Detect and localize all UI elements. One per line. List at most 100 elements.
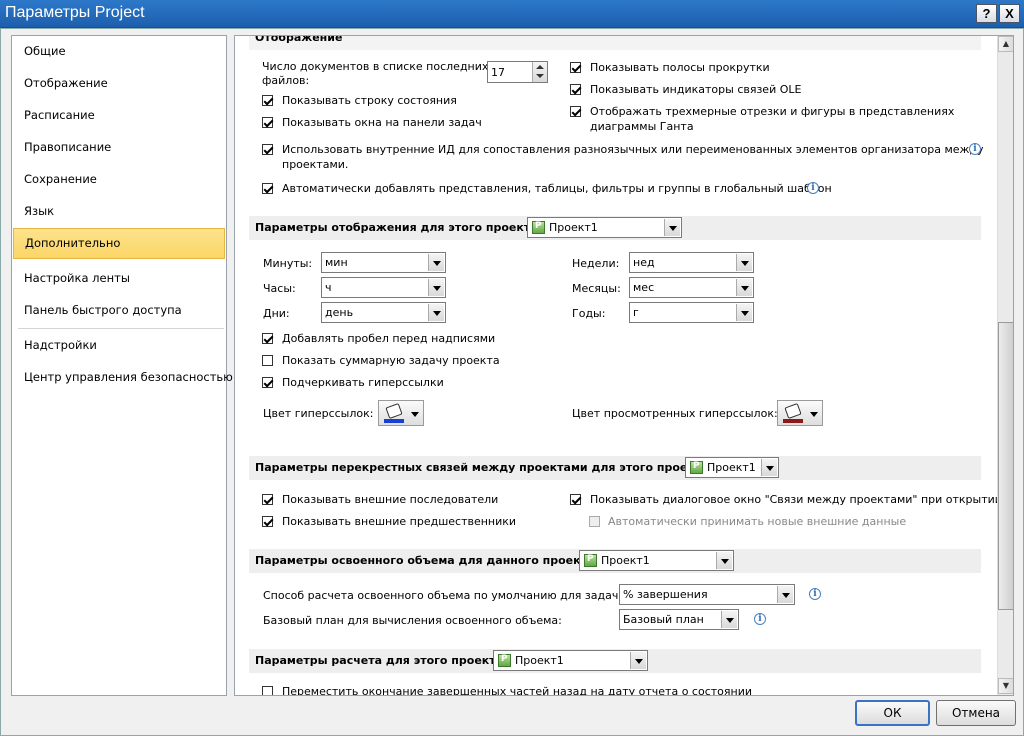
ev-baseline-select[interactable]: Базовый план bbox=[619, 609, 739, 630]
years-label: Годы: bbox=[572, 307, 606, 320]
underline-links-checkbox[interactable] bbox=[262, 377, 273, 388]
show-scrollbars-checkbox[interactable] bbox=[570, 62, 581, 73]
chevron-down-icon[interactable] bbox=[716, 552, 732, 569]
show-ole-checkbox[interactable] bbox=[570, 84, 581, 95]
spin-down-icon[interactable] bbox=[536, 74, 544, 78]
auto-accept-checkbox bbox=[589, 516, 600, 527]
chevron-down-icon[interactable] bbox=[736, 279, 752, 296]
chevron-down-icon[interactable] bbox=[736, 254, 752, 271]
chevron-down-icon[interactable] bbox=[428, 279, 444, 296]
chevron-down-icon[interactable] bbox=[428, 254, 444, 271]
ev-method-label: Способ расчета освоенного объема по умол… bbox=[263, 589, 623, 602]
section-display-title: Отображение bbox=[255, 35, 343, 44]
show-summary-checkbox[interactable] bbox=[262, 355, 273, 366]
section-cross-links-title: Параметры перекрестных связей между прое… bbox=[255, 461, 714, 474]
ev-baseline-label: Базовый план для вычисления освоенного о… bbox=[263, 614, 562, 627]
show-ole-label: Показывать индикаторы связей OLE bbox=[590, 83, 802, 96]
ev-method-value: % завершения bbox=[623, 588, 708, 601]
project-icon bbox=[498, 654, 511, 667]
nav-item-language[interactable]: Язык bbox=[13, 197, 225, 225]
link-color-swatch bbox=[384, 419, 404, 423]
auto-add-views-label: Автоматически добавлять представления, т… bbox=[282, 182, 832, 195]
show-predecessors-checkbox[interactable] bbox=[262, 516, 273, 527]
chevron-down-icon[interactable] bbox=[736, 304, 752, 321]
section-display: Отображение bbox=[249, 35, 981, 50]
cross-links-project-select[interactable]: Проект1 bbox=[685, 457, 779, 478]
recent-docs-label-2: файлов: bbox=[262, 74, 310, 87]
days-select[interactable]: день bbox=[321, 302, 446, 323]
internal-ids-label: Использовать внутренние ИД для сопоставл… bbox=[282, 143, 984, 156]
scroll-down-icon[interactable]: ▼ bbox=[998, 678, 1013, 694]
spinner-arrows[interactable] bbox=[532, 62, 547, 82]
spin-up-icon[interactable] bbox=[536, 65, 544, 69]
info-icon[interactable]: i bbox=[754, 613, 766, 625]
earned-value-project-select[interactable]: Проект1 bbox=[579, 550, 734, 571]
section-project-display-title: Параметры отображения для этого проекта: bbox=[255, 221, 543, 234]
months-select[interactable]: мес bbox=[629, 277, 754, 298]
close-button[interactable]: X bbox=[999, 4, 1020, 23]
nav-item-display[interactable]: Отображение bbox=[13, 69, 225, 97]
ok-button[interactable]: ОК bbox=[855, 700, 930, 726]
info-icon[interactable]: i bbox=[807, 182, 819, 194]
calc-project-value: Проект1 bbox=[515, 654, 564, 667]
section-calc-title: Параметры расчета для этого проекта: bbox=[255, 654, 508, 667]
visited-color-button[interactable] bbox=[777, 400, 823, 426]
scroll-thumb[interactable] bbox=[998, 322, 1013, 610]
project-display-select[interactable]: Проект1 bbox=[527, 217, 682, 238]
internal-ids-checkbox[interactable] bbox=[262, 144, 273, 155]
title-bar: Параметры Project ? X bbox=[0, 0, 1024, 28]
calc-project-select[interactable]: Проект1 bbox=[493, 650, 648, 671]
show-successors-checkbox[interactable] bbox=[262, 494, 273, 505]
move-end-checkbox[interactable] bbox=[262, 686, 273, 695]
chevron-down-icon[interactable] bbox=[428, 304, 444, 321]
info-icon[interactable]: i bbox=[969, 143, 981, 155]
nav-item-addins[interactable]: Надстройки bbox=[13, 331, 225, 359]
scroll-up-icon[interactable]: ▲ bbox=[998, 36, 1013, 52]
options-nav: Общие Отображение Расписание Правописани… bbox=[11, 35, 233, 696]
link-color-label: Цвет гиперссылок: bbox=[263, 407, 374, 420]
chevron-down-icon[interactable] bbox=[721, 611, 737, 628]
project-display-value: Проект1 bbox=[549, 221, 598, 234]
years-select[interactable]: г bbox=[629, 302, 754, 323]
chevron-down-icon[interactable] bbox=[761, 459, 777, 476]
show-taskbar-windows-checkbox[interactable] bbox=[262, 117, 273, 128]
nav-item-trust-center[interactable]: Центр управления безопасностью bbox=[13, 363, 233, 391]
nav-item-schedule[interactable]: Расписание bbox=[13, 101, 225, 129]
hours-select[interactable]: ч bbox=[321, 277, 446, 298]
project-icon bbox=[584, 554, 597, 567]
info-icon[interactable]: i bbox=[809, 588, 821, 600]
vertical-scrollbar[interactable]: ▲ ▼ bbox=[997, 36, 1013, 695]
recent-docs-spinner[interactable]: 17 bbox=[487, 61, 548, 83]
weeks-select[interactable]: нед bbox=[629, 252, 754, 273]
nav-item-general[interactable]: Общие bbox=[13, 37, 225, 65]
nav-item-customize-ribbon[interactable]: Настройка ленты bbox=[13, 264, 225, 292]
chevron-down-icon[interactable] bbox=[630, 652, 646, 669]
days-value: день bbox=[325, 306, 354, 319]
help-button[interactable]: ? bbox=[976, 4, 997, 23]
gantt-3d-checkbox[interactable] bbox=[570, 106, 581, 117]
move-end-label: Переместить окончание завершенных частей… bbox=[282, 685, 752, 696]
options-content: Отображение Число документов в списке по… bbox=[234, 35, 1014, 696]
minutes-select[interactable]: мин bbox=[321, 252, 446, 273]
nav-item-proofing[interactable]: Правописание bbox=[13, 133, 225, 161]
underline-links-label: Подчеркивать гиперссылки bbox=[282, 376, 444, 389]
minutes-label: Минуты: bbox=[263, 257, 313, 270]
cancel-button[interactable]: Отмена bbox=[936, 700, 1016, 726]
chevron-down-icon[interactable] bbox=[777, 586, 793, 603]
add-space-checkbox[interactable] bbox=[262, 333, 273, 344]
auto-add-views-checkbox[interactable] bbox=[262, 183, 273, 194]
earned-value-project-value: Проект1 bbox=[601, 554, 650, 567]
nav-item-save[interactable]: Сохранение bbox=[13, 165, 225, 193]
show-status-bar-checkbox[interactable] bbox=[262, 95, 273, 106]
show-links-dialog-checkbox[interactable] bbox=[570, 494, 581, 505]
weeks-label: Недели: bbox=[572, 257, 620, 270]
chevron-down-icon[interactable] bbox=[664, 219, 680, 236]
recent-docs-label: Число документов в списке последних bbox=[262, 60, 489, 73]
months-label: Месяцы: bbox=[572, 282, 621, 295]
ev-method-select[interactable]: % завершения bbox=[619, 584, 795, 605]
window-title: Параметры Project bbox=[5, 4, 145, 21]
nav-item-quick-access[interactable]: Панель быстрого доступа bbox=[13, 296, 225, 324]
nav-item-advanced[interactable]: Дополнительно bbox=[13, 228, 225, 259]
link-color-button[interactable] bbox=[378, 400, 424, 426]
auto-accept-label: Автоматически принимать новые внешние да… bbox=[608, 515, 907, 528]
